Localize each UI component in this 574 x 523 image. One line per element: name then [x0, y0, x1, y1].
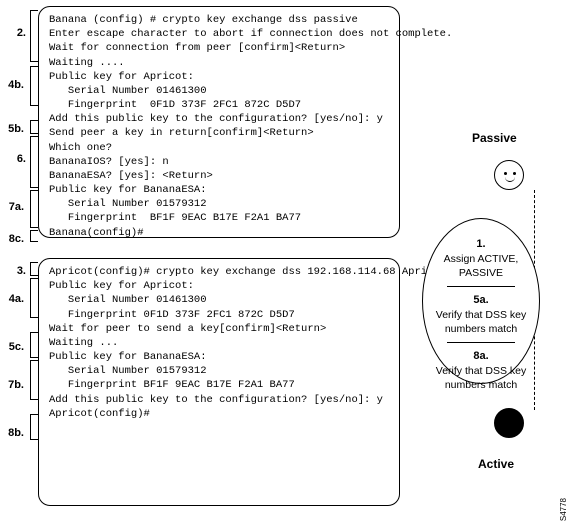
term-line: Which one?	[49, 141, 389, 155]
step-8c: 8c.	[6, 232, 24, 247]
term-line: Public key for BananaESA:	[49, 350, 389, 364]
term-line: Public key for Apricot:	[49, 279, 389, 293]
step-5b: 5b.	[6, 122, 24, 137]
bracket-3	[30, 262, 38, 276]
term-line: Waiting ....	[49, 56, 389, 70]
figure-id: S4778	[559, 498, 570, 521]
bubble-sep	[447, 286, 514, 287]
step-3: 3.	[8, 264, 26, 279]
bubble-5a-num: 5a.	[473, 294, 488, 306]
step-5c: 5c.	[6, 340, 24, 355]
term-line: Fingerprint BF1F 9EAC B17E F2A1 BA77	[49, 211, 389, 225]
bracket-5c	[30, 332, 38, 358]
term-line: Apricot(config)#	[49, 407, 389, 421]
term-line: Serial Number 01579312	[49, 197, 389, 211]
term-line: Serial Number 01579312	[49, 364, 389, 378]
term-line: Send peer a key in return[confirm]<Retur…	[49, 126, 389, 140]
step-7a: 7a.	[6, 200, 24, 215]
term-line: BananaESA? [yes]: <Return>	[49, 169, 389, 183]
term-line: Wait for connection from peer [confirm]<…	[49, 41, 389, 55]
term-line: Banana (config) # crypto key exchange ds…	[49, 13, 389, 27]
term-line: Public key for Apricot:	[49, 70, 389, 84]
step-7b: 7b.	[6, 378, 24, 393]
bracket-8c	[30, 230, 38, 242]
step-8b: 8b.	[6, 426, 24, 441]
bracket-7b	[30, 360, 38, 400]
term-line: Fingerprint BF1F 9EAC B17E F2A1 BA77	[49, 378, 389, 392]
phone-passive-icon	[494, 160, 524, 190]
term-line: Fingerprint 0F1D 373F 2FC1 872C D5D7	[49, 98, 389, 112]
bubble-5a-txt: Verify that DSS key numbers match	[436, 309, 526, 335]
bracket-6	[30, 136, 38, 188]
term-line: Public key for BananaESA:	[49, 183, 389, 197]
role-passive: Passive	[472, 130, 517, 146]
bracket-5b	[30, 120, 38, 134]
term-line: Add this public key to the configuration…	[49, 112, 389, 126]
bubble-8a-num: 8a.	[473, 350, 488, 362]
terminal-active: Apricot(config)# crypto key exchange dss…	[38, 258, 400, 506]
phone-active-icon	[494, 408, 524, 438]
bracket-4b	[30, 66, 38, 106]
term-line: Serial Number 01461300	[49, 84, 389, 98]
term-line: Enter escape character to abort if conne…	[49, 27, 389, 41]
term-line: Fingerprint 0F1D 373F 2FC1 872C D5D7	[49, 308, 389, 322]
term-line: Add this public key to the configuration…	[49, 393, 389, 407]
step-4a: 4a.	[6, 292, 24, 307]
bubble-1-num: 1.	[476, 238, 485, 250]
term-line: Banana(config)#	[49, 226, 389, 240]
speech-bubble: 1. Assign ACTIVE, PASSIVE 5a. Verify that …	[422, 218, 540, 384]
step-2: 2.	[8, 26, 26, 41]
bubble-8a-txt: Verify that DSS key numbers match	[436, 365, 526, 391]
term-line: Wait for peer to send a key[confirm]<Ret…	[49, 322, 389, 336]
term-line: Waiting ...	[49, 336, 389, 350]
bubble-1-txt: Assign ACTIVE, PASSIVE	[444, 253, 519, 279]
step-4b: 4b.	[6, 78, 24, 93]
bubble-sep	[447, 342, 514, 343]
role-active: Active	[478, 456, 514, 472]
bracket-2	[30, 10, 38, 62]
term-line: Serial Number 01461300	[49, 293, 389, 307]
terminal-passive: Banana (config) # crypto key exchange ds…	[38, 6, 400, 238]
bracket-4a	[30, 278, 38, 318]
step-6: 6.	[8, 152, 26, 167]
bracket-8b	[30, 414, 38, 440]
term-line: Apricot(config)# crypto key exchange dss…	[49, 265, 389, 279]
bracket-7a	[30, 190, 38, 228]
term-line: BananaIOS? [yes]: n	[49, 155, 389, 169]
